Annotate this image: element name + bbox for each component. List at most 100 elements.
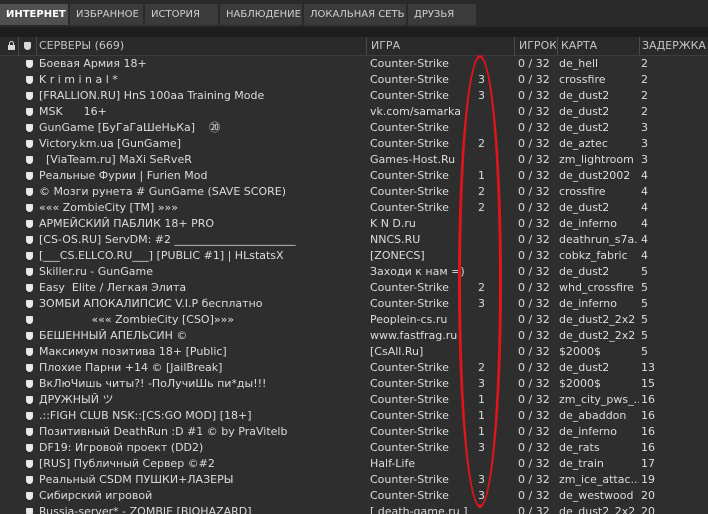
column-servers[interactable]: СЕРВЕРЫ (669) bbox=[39, 37, 359, 55]
server-map: de_inferno bbox=[559, 217, 617, 230]
server-name: [ViaTeam.ru] MaXi SeRveR bbox=[39, 153, 192, 166]
server-latency: 2 bbox=[641, 89, 648, 102]
shield-icon bbox=[26, 364, 33, 372]
server-row[interactable]: Максимум позитива 18+ [Public] [CsAll.Ru]… bbox=[0, 344, 708, 360]
server-row[interactable]: MSK 16+ vk.com/samarka 0 / 32 de_dust2 2 bbox=[0, 104, 708, 120]
tab-history[interactable]: ИСТОРИЯ bbox=[145, 4, 218, 25]
server-bots: 3 bbox=[478, 489, 485, 502]
server-row[interactable]: .::FIGH CLUB NSK::[CS:GO MOD] [18+] Count… bbox=[0, 408, 708, 424]
server-latency: 4 bbox=[641, 185, 648, 198]
server-latency: 2 bbox=[641, 57, 648, 70]
server-row[interactable]: [RUS] Публичный Сервер ©#2 Half-Life 0 / 3… bbox=[0, 456, 708, 472]
server-latency: 17 bbox=[641, 457, 655, 470]
server-map: deathrun_s7a... bbox=[559, 233, 639, 246]
server-row[interactable]: ДРУЖНЫЙ ツ Counter-Strike 1 0 / 32 zm_city_pw… bbox=[0, 392, 708, 408]
server-row[interactable]: ЗОМБИ АПОКАЛИПСИС V.I.P бесплатно Counter… bbox=[0, 296, 708, 312]
column-latency[interactable]: ЗАДЕРЖКА bbox=[642, 37, 706, 55]
server-row[interactable]: АРМЕЙСКИЙ ПАБЛИК 18+ PRO K N D.ru 0 / 32 de… bbox=[0, 216, 708, 232]
server-row[interactable]: Easy Elite / Легкая Элита Counter-Strike 2… bbox=[0, 280, 708, 296]
server-bots: 1 bbox=[478, 393, 485, 406]
shield-icon[interactable] bbox=[24, 42, 31, 50]
shield-icon bbox=[26, 108, 33, 116]
server-row[interactable]: K r i m i n a l * Counter-Strike 3 0 / 32 cr… bbox=[0, 72, 708, 88]
column-map[interactable]: КАРТА bbox=[561, 37, 637, 55]
server-game: Counter-Strike bbox=[370, 409, 449, 422]
column-game[interactable]: ИГРА bbox=[371, 37, 511, 55]
server-latency: 5 bbox=[641, 313, 648, 326]
server-row[interactable]: ««« ZombieCity [TM] »»» Counter-Strike 2 0 … bbox=[0, 200, 708, 216]
server-players: 0 / 32 bbox=[518, 425, 550, 438]
shield-icon bbox=[26, 460, 33, 468]
tab-friends[interactable]: ДРУЗЬЯ bbox=[408, 4, 476, 25]
server-map: de_dust2_2x2 bbox=[559, 505, 636, 514]
server-latency: 4 bbox=[641, 249, 648, 262]
server-players: 0 / 32 bbox=[518, 297, 550, 310]
server-game: K N D.ru bbox=[370, 217, 416, 230]
server-row[interactable]: ««« ZombieCity [CSO]»»» Peoplein-cs.ru 0 /… bbox=[0, 312, 708, 328]
server-players: 0 / 32 bbox=[518, 89, 550, 102]
server-row[interactable]: БЕШЕННЫЙ АПЕЛЬСИН © www.fastfrag.ru 0 / 32… bbox=[0, 328, 708, 344]
server-row[interactable]: Реальный CSDM ПУШКИ+ЛАЗЕРЫ Counter-Strike… bbox=[0, 472, 708, 488]
server-name: Skiller.ru - GunGame bbox=[39, 265, 153, 278]
tab-spectate[interactable]: НАБЛЮДЕНИЕ bbox=[220, 4, 302, 25]
server-row[interactable]: [FRALLION.RU] HnS 100aa Training Mode Cou… bbox=[0, 88, 708, 104]
shield-icon bbox=[26, 316, 33, 324]
server-game: Half-Life bbox=[370, 457, 416, 470]
server-row[interactable]: Сибирский игровой Counter-Strike 3 0 / 32 de… bbox=[0, 488, 708, 504]
server-game: Counter-Strike bbox=[370, 473, 449, 486]
server-row[interactable]: Victory.km.ua [GunGame] Counter-Strike 2 0 … bbox=[0, 136, 708, 152]
column-players[interactable]: ИГРОК bbox=[519, 37, 556, 55]
tab-favorites[interactable]: ИЗБРАННОЕ bbox=[70, 4, 143, 25]
server-game: Peoplein-cs.ru bbox=[370, 313, 448, 326]
server-game: [CsAll.Ru] bbox=[370, 345, 424, 358]
server-row[interactable]: © Мозги рунета # GunGame (SAVE SCORE) Cou… bbox=[0, 184, 708, 200]
server-name: Сибирский игровой bbox=[39, 489, 153, 502]
server-latency: 16 bbox=[641, 393, 655, 406]
server-row[interactable]: Реальные Фурии | Furien Mod Counter-Strik… bbox=[0, 168, 708, 184]
server-row[interactable]: Skiller.ru - GunGame Заходи к нам =) 0 / 3… bbox=[0, 264, 708, 280]
server-latency: 20 bbox=[641, 505, 655, 514]
server-bots: 2 bbox=[478, 281, 485, 294]
server-game: Counter-Strike bbox=[370, 121, 449, 134]
server-map: de_dust2 bbox=[559, 361, 610, 374]
server-row[interactable]: [ViaTeam.ru] MaXi SeRveR Games-Host.Ru 0 /… bbox=[0, 152, 708, 168]
tab-internet[interactable]: ИНТЕРНЕТ bbox=[0, 4, 68, 25]
server-row[interactable]: GunGame [БуГаГаШеНьКа] ⑳ Counter-Strike 0 … bbox=[0, 120, 708, 136]
server-map: de_aztec bbox=[559, 137, 608, 150]
server-row[interactable]: Russia-server* - ZOMBIE [BIOHAZARD] [ dea… bbox=[0, 504, 708, 514]
server-row[interactable]: Позитивный DeathRun :D #1 © by PraVitelb… bbox=[0, 424, 708, 440]
server-row[interactable]: [CS-OS.RU] ServDM: #2 __________________… bbox=[0, 232, 708, 248]
server-players: 0 / 32 bbox=[518, 201, 550, 214]
server-row[interactable]: Плохие Парни +14 © [JailBreak] Counter-St… bbox=[0, 360, 708, 376]
server-map: de_dust2002 bbox=[559, 169, 631, 182]
server-bots: 3 bbox=[478, 473, 485, 486]
shield-icon bbox=[26, 428, 33, 436]
shield-icon bbox=[26, 252, 33, 260]
tab-lan[interactable]: ЛОКАЛЬНАЯ СЕТЬ bbox=[304, 4, 406, 25]
server-game: www.fastfrag.ru bbox=[370, 329, 458, 342]
server-game: Counter-Strike bbox=[370, 281, 449, 294]
server-latency: 16 bbox=[641, 425, 655, 438]
server-bots: 2 bbox=[478, 185, 485, 198]
server-map: de_hell bbox=[559, 57, 599, 70]
shield-icon bbox=[26, 204, 33, 212]
server-row[interactable]: ВкЛюЧишь читы?! -ПоЛучиШь пи*ды!!! Counte… bbox=[0, 376, 708, 392]
server-name: [___CS.ELLCO.RU___] [PUBLIC #1] | HLstat… bbox=[39, 249, 284, 262]
server-bots: 1 bbox=[478, 425, 485, 438]
server-game: Counter-Strike bbox=[370, 137, 449, 150]
server-row[interactable]: Боевая Армия 18+ Counter-Strike 0 / 32 de_h… bbox=[0, 56, 708, 72]
lock-icon[interactable] bbox=[8, 41, 15, 50]
server-game: Counter-Strike bbox=[370, 185, 449, 198]
server-latency: 4 bbox=[641, 169, 648, 182]
server-latency: 16 bbox=[641, 409, 655, 422]
server-map: de_dust2 bbox=[559, 105, 610, 118]
server-players: 0 / 32 bbox=[518, 137, 550, 150]
server-name: MSK 16+ bbox=[39, 105, 107, 118]
server-latency: 2 bbox=[641, 105, 648, 118]
server-row[interactable]: DF19: Игровой проект (DD2) Counter-Strike… bbox=[0, 440, 708, 456]
server-list: СЕРВЕРЫ (669) ИГРА ИГРОК КАРТА ЗАДЕРЖКА … bbox=[0, 37, 708, 514]
server-players: 0 / 32 bbox=[518, 105, 550, 118]
server-bots: 3 bbox=[478, 89, 485, 102]
server-row[interactable]: [___CS.ELLCO.RU___] [PUBLIC #1] | HLstat… bbox=[0, 248, 708, 264]
server-players: 0 / 32 bbox=[518, 409, 550, 422]
